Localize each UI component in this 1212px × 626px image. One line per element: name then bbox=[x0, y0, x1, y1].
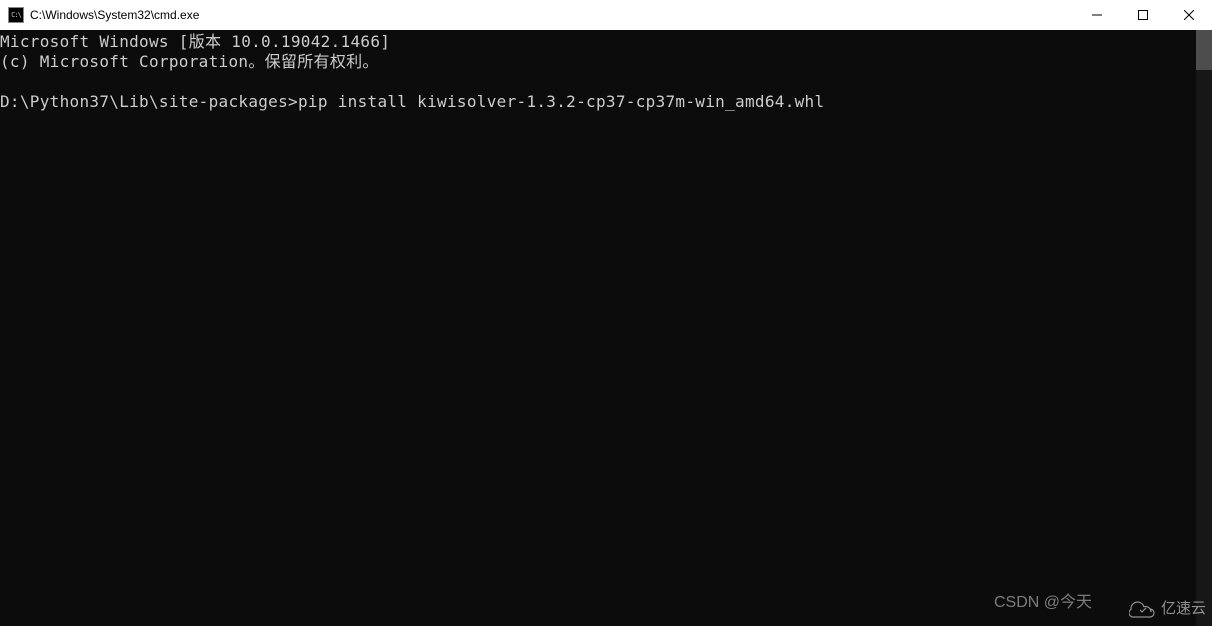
scrollbar-vertical[interactable] bbox=[1196, 30, 1212, 626]
watermark-cloud-text: 亿速云 bbox=[1161, 597, 1206, 618]
watermark-csdn: CSDN @今天 bbox=[994, 588, 1092, 612]
window-title: C:\Windows\System32\cmd.exe bbox=[30, 8, 199, 22]
terminal-area[interactable]: Microsoft Windows [版本 10.0.19042.1466] (… bbox=[0, 30, 1212, 626]
terminal-output: Microsoft Windows [版本 10.0.19042.1466] (… bbox=[0, 30, 1212, 112]
cloud-icon bbox=[1129, 598, 1157, 618]
titlebar[interactable]: C:\ C:\Windows\System32\cmd.exe bbox=[0, 0, 1212, 30]
cmd-icon: C:\ bbox=[8, 7, 24, 23]
maximize-button[interactable] bbox=[1120, 0, 1166, 30]
close-button[interactable] bbox=[1166, 0, 1212, 30]
minimize-button[interactable] bbox=[1074, 0, 1120, 30]
terminal-line: (c) Microsoft Corporation。保留所有权利。 bbox=[0, 52, 379, 71]
window-controls bbox=[1074, 0, 1212, 30]
scrollbar-thumb[interactable] bbox=[1196, 30, 1212, 70]
terminal-prompt: D:\Python37\Lib\site-packages> bbox=[0, 92, 298, 111]
terminal-line: Microsoft Windows [版本 10.0.19042.1466] bbox=[0, 32, 390, 51]
terminal-command: pip install kiwisolver-1.3.2-cp37-cp37m-… bbox=[298, 92, 824, 111]
watermark-cloud: 亿速云 bbox=[1129, 597, 1206, 618]
